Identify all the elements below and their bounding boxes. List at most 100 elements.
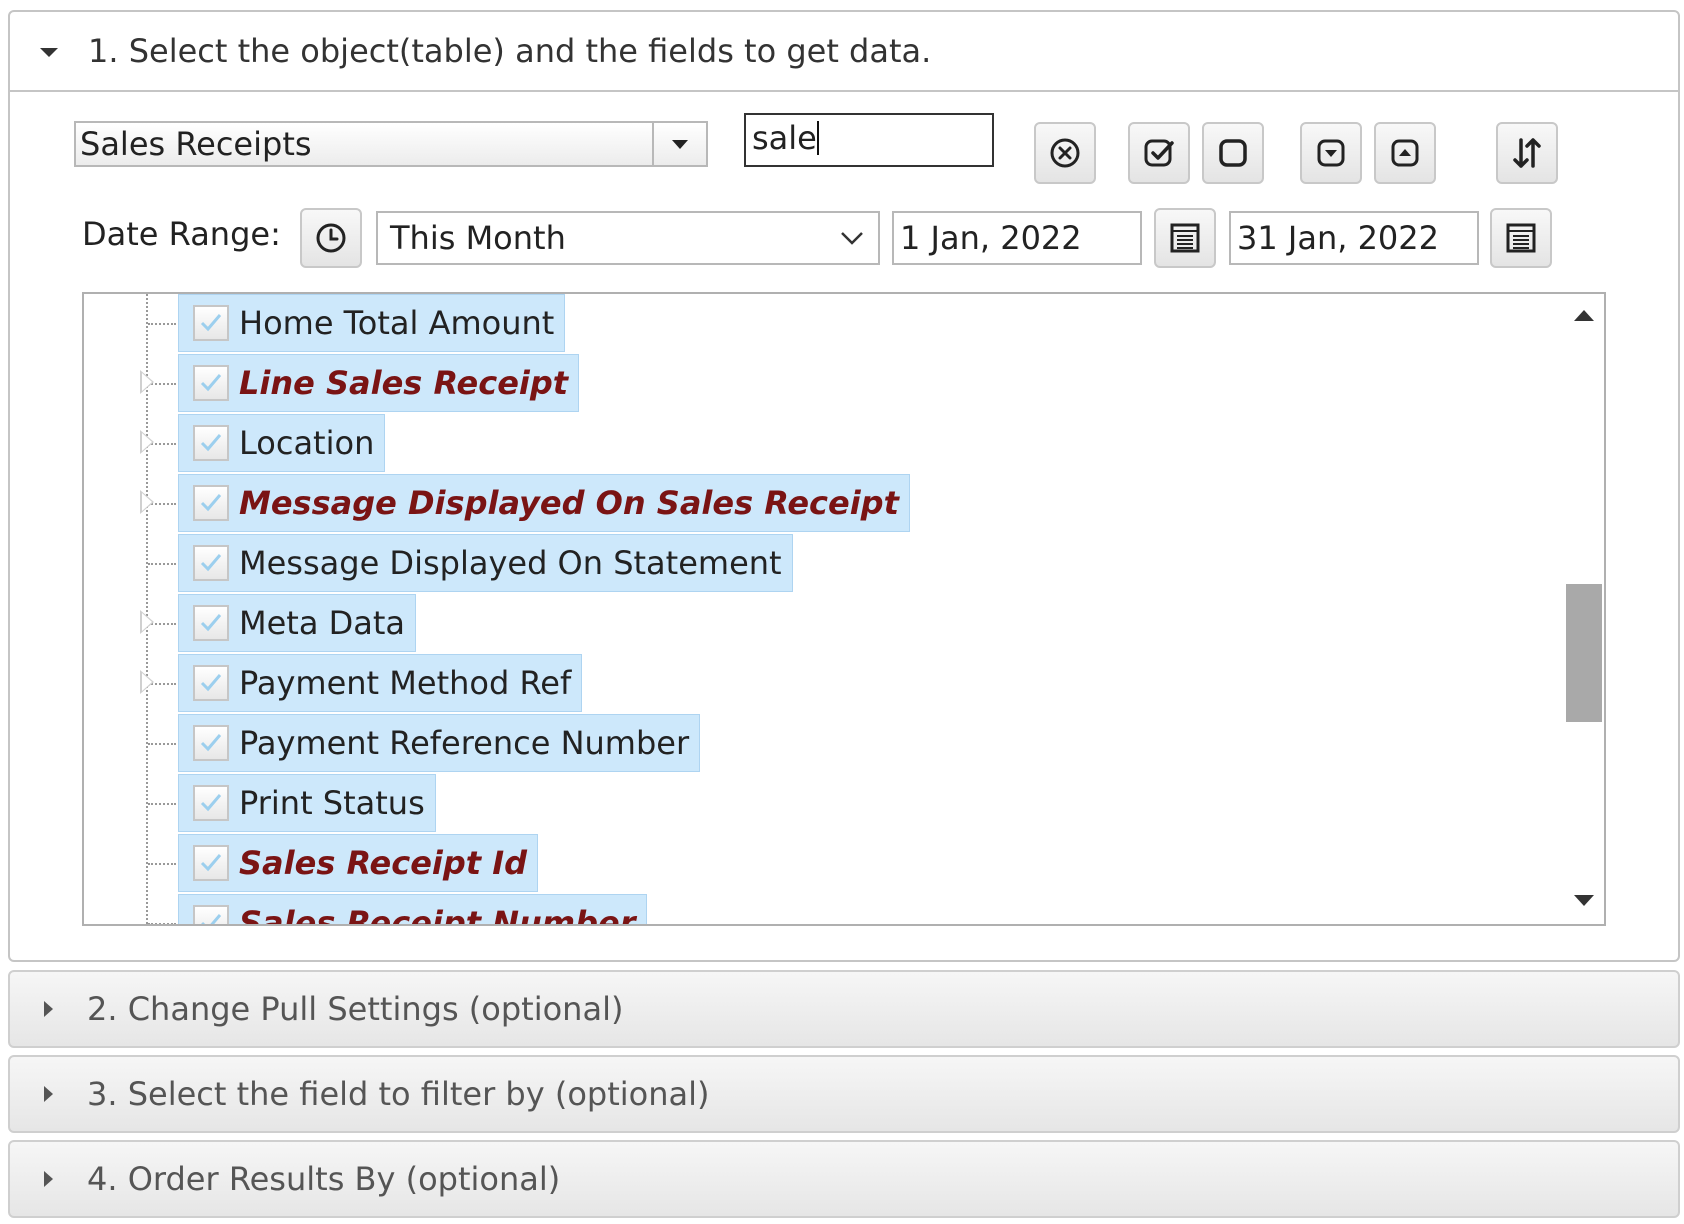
dropdown-arrow-icon	[672, 139, 688, 149]
tree-connector	[148, 323, 176, 325]
caret-right-icon	[44, 1086, 53, 1102]
collapse-all-button[interactable]	[1374, 122, 1436, 184]
tree-node-label: Meta Data	[239, 604, 406, 642]
object-select-value: Sales Receipts	[80, 125, 312, 163]
tree-row: Sales Receipt Id	[84, 834, 1544, 894]
section-title: 4. Order Results By (optional)	[87, 1160, 561, 1198]
checkbox[interactable]	[193, 485, 229, 521]
expand-down-icon	[1317, 139, 1345, 167]
date-from-calendar-button[interactable]	[1154, 208, 1216, 268]
check-icon	[200, 734, 222, 752]
section-pull-settings[interactable]: 2. Change Pull Settings (optional)	[8, 970, 1680, 1048]
text-cursor	[816, 121, 819, 155]
checkbox[interactable]	[193, 725, 229, 761]
calendar-icon	[1170, 223, 1200, 253]
tree-node-label: Payment Method Ref	[239, 664, 572, 702]
tree-row: Payment Reference Number	[84, 714, 1544, 774]
tree-node[interactable]: Line Sales Receipt	[178, 354, 580, 412]
scroll-down-icon[interactable]	[1574, 895, 1594, 906]
checkbox[interactable]	[193, 365, 229, 401]
scroll-up-icon[interactable]	[1574, 310, 1594, 321]
circle-x-icon	[1050, 138, 1080, 168]
checkbox[interactable]	[193, 665, 229, 701]
date-to-input[interactable]: 31 Jan, 2022	[1229, 211, 1479, 265]
check-square-icon	[1144, 139, 1174, 167]
tree-connector	[148, 563, 176, 565]
tree-node[interactable]: Sales Receipt Id	[178, 834, 539, 892]
tree-node-label: Message Displayed On Statement	[239, 544, 782, 582]
tree-node-label: Line Sales Receipt	[239, 364, 569, 402]
clear-search-button[interactable]	[1034, 122, 1096, 184]
section-order-results[interactable]: 4. Order Results By (optional)	[8, 1140, 1680, 1218]
section-title: 1. Select the object(table) and the fiel…	[88, 32, 932, 70]
tree-node[interactable]: Message Displayed On Sales Receipt	[178, 474, 910, 532]
tree-node[interactable]: Sales Receipt Number	[178, 894, 647, 926]
tree-row: Line Sales Receipt	[84, 354, 1544, 414]
tree-connector	[148, 803, 176, 805]
expand-triangle-icon[interactable]	[140, 370, 154, 394]
uncheck-all-button[interactable]	[1202, 122, 1264, 184]
checkbox[interactable]	[193, 905, 229, 924]
calendar-icon	[1506, 223, 1536, 253]
checkbox[interactable]	[193, 545, 229, 581]
tree-node[interactable]: Message Displayed On Statement	[178, 534, 793, 592]
tree-node[interactable]: Location	[178, 414, 386, 472]
expand-triangle-icon[interactable]	[140, 430, 154, 454]
check-icon	[200, 614, 222, 632]
tree-scrollbar[interactable]	[1562, 294, 1604, 924]
tree-node-label: Sales Receipt Number	[239, 904, 636, 926]
tree-node[interactable]: Print Status	[178, 774, 436, 832]
query-builder: 1. Select the object(table) and the fiel…	[0, 0, 1684, 1224]
expand-triangle-icon[interactable]	[140, 610, 154, 634]
tree-node-label: Message Displayed On Sales Receipt	[239, 484, 899, 522]
tree-node[interactable]: Meta Data	[178, 594, 417, 652]
expand-triangle-icon[interactable]	[140, 670, 154, 694]
caret-right-icon	[44, 1001, 53, 1017]
section-select-object-header[interactable]: 1. Select the object(table) and the fiel…	[10, 12, 1678, 92]
tree-row: Message Displayed On Sales Receipt	[84, 474, 1544, 534]
tree-node-label: Home Total Amount	[239, 304, 555, 342]
section-title: 2. Change Pull Settings (optional)	[87, 990, 624, 1028]
field-search-input[interactable]: sale	[744, 113, 994, 167]
check-icon	[201, 914, 222, 924]
date-from-input[interactable]: 1 Jan, 2022	[892, 211, 1142, 265]
sort-button[interactable]	[1496, 122, 1558, 184]
date-from-value: 1 Jan, 2022	[900, 219, 1082, 257]
tree-row: Print Status	[84, 774, 1544, 834]
tree-node[interactable]: Home Total Amount	[178, 294, 566, 352]
sort-arrows-icon	[1513, 138, 1541, 168]
tree-node[interactable]: Payment Method Ref	[178, 654, 583, 712]
tree-row: Location	[84, 414, 1544, 474]
checkbox[interactable]	[193, 845, 229, 881]
scrollbar-thumb[interactable]	[1566, 584, 1602, 722]
collapse-up-icon	[1391, 139, 1419, 167]
caret-down-icon	[40, 47, 58, 57]
tree-node-label: Sales Receipt Id	[239, 844, 528, 882]
tree-node[interactable]: Payment Reference Number	[178, 714, 701, 772]
section-filter-field[interactable]: 3. Select the field to filter by (option…	[8, 1055, 1680, 1133]
check-icon	[200, 374, 222, 392]
object-select[interactable]: Sales Receipts	[74, 121, 708, 167]
date-range-history-button[interactable]	[300, 208, 362, 268]
expand-triangle-icon[interactable]	[140, 490, 154, 514]
caret-right-icon	[44, 1171, 53, 1187]
checkbox[interactable]	[193, 425, 229, 461]
clock-icon	[316, 223, 346, 253]
date-range-preset-select[interactable]: This Month	[376, 211, 880, 265]
date-to-value: 31 Jan, 2022	[1237, 219, 1439, 257]
date-to-calendar-button[interactable]	[1490, 208, 1552, 268]
date-range-label: Date Range:	[82, 215, 281, 253]
object-select-dropdown-button[interactable]	[652, 123, 706, 165]
checkbox[interactable]	[193, 605, 229, 641]
chevron-down-icon	[841, 232, 863, 245]
field-tree[interactable]: Home Total Amount Line Sales Receipt Locat…	[82, 292, 1606, 926]
tree-row: Sales Receipt Number	[84, 894, 1544, 926]
tree-node-label: Location	[239, 424, 375, 462]
check-all-button[interactable]	[1128, 122, 1190, 184]
tree-node-label: Print Status	[239, 784, 425, 822]
tree-connector	[148, 923, 176, 924]
expand-all-button[interactable]	[1300, 122, 1362, 184]
checkbox[interactable]	[193, 305, 229, 341]
checkbox[interactable]	[193, 785, 229, 821]
tree-node-label: Payment Reference Number	[239, 724, 690, 762]
